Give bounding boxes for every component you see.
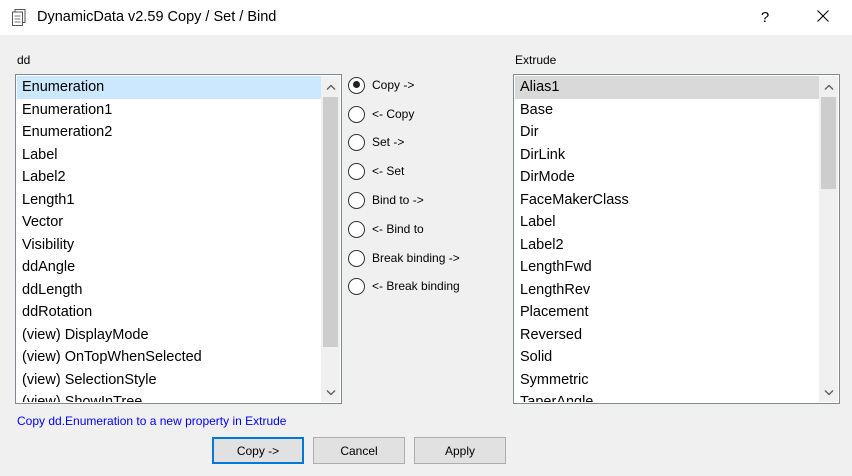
list-item[interactable]: DirMode <box>515 166 819 189</box>
chevron-down-icon <box>326 383 336 401</box>
option-label: <- Break binding <box>372 279 460 293</box>
close-icon <box>817 9 829 27</box>
document-icon <box>12 9 26 26</box>
option-label: Bind to -> <box>372 193 424 207</box>
list-item[interactable]: LengthRev <box>515 279 819 302</box>
source-property-items: Enumeration Enumeration1 Enumeration2 Label… <box>17 76 321 402</box>
list-item[interactable]: Alias1 <box>515 76 819 99</box>
list-item[interactable]: (view) DisplayMode <box>17 324 321 347</box>
scroll-thumb[interactable] <box>821 97 836 189</box>
option-label: Break binding -> <box>372 251 460 265</box>
scroll-up-button[interactable] <box>321 76 340 96</box>
list-item[interactable]: Vector <box>17 211 321 234</box>
target-object-label: Extrude <box>515 53 557 67</box>
copy-button[interactable]: Copy -> <box>212 437 304 464</box>
source-object-label: dd <box>17 53 31 67</box>
source-property-list[interactable]: Enumeration Enumeration1 Enumeration2 Label… <box>15 74 342 404</box>
option-label: <- Set <box>372 164 405 178</box>
radio-button-icon[interactable] <box>348 277 365 295</box>
list-item[interactable]: Label <box>17 144 321 167</box>
option-label: Set -> <box>372 135 405 149</box>
radio-button-icon[interactable] <box>348 162 365 180</box>
scroll-down-button[interactable] <box>321 382 340 402</box>
list-item[interactable]: Label <box>515 211 819 234</box>
list-item[interactable]: Length1 <box>17 189 321 212</box>
list-item[interactable]: Reversed <box>515 324 819 347</box>
list-item[interactable]: (view) SelectionStyle <box>17 369 321 392</box>
option-label: <- Bind to <box>372 222 424 236</box>
chevron-up-icon <box>824 77 834 95</box>
cancel-button[interactable]: Cancel <box>313 437 405 464</box>
chevron-up-icon <box>326 77 336 95</box>
status-message: Copy dd.Enumeration to a new property in… <box>17 414 287 428</box>
list-item[interactable]: Symmetric <box>515 369 819 392</box>
title-bar: DynamicData v2.59 Copy / Set / Bind ? <box>0 0 852 35</box>
radio-button-icon[interactable] <box>348 133 365 151</box>
option-radio[interactable]: Break binding -> <box>348 248 460 268</box>
option-radio[interactable]: <- Set <box>348 161 404 181</box>
option-radio[interactable]: <- Bind to <box>348 219 424 239</box>
option-radio[interactable]: <- Break binding <box>348 276 460 296</box>
scroll-up-button[interactable] <box>819 76 838 96</box>
list-item[interactable]: ddLength <box>17 279 321 302</box>
radio-button-icon[interactable] <box>348 105 365 123</box>
radio-button-icon[interactable] <box>348 76 365 94</box>
list-item[interactable]: FaceMakerClass <box>515 189 819 212</box>
radio-button-icon[interactable] <box>348 191 365 209</box>
option-radio[interactable]: Copy -> <box>348 75 414 95</box>
list-item[interactable]: (view) ShowInTree <box>17 391 321 402</box>
window-title: DynamicData v2.59 Copy / Set / Bind <box>37 9 277 25</box>
chevron-down-icon <box>824 383 834 401</box>
list-item[interactable]: Label2 <box>515 234 819 257</box>
list-item[interactable]: Dir <box>515 121 819 144</box>
apply-button[interactable]: Apply <box>414 437 506 464</box>
scroll-thumb[interactable] <box>323 97 338 347</box>
list-item[interactable]: (view) OnTopWhenSelected <box>17 346 321 369</box>
list-item[interactable]: Enumeration <box>17 76 321 99</box>
option-radio[interactable]: Set -> <box>348 132 404 152</box>
source-list-scrollbar[interactable] <box>321 76 340 402</box>
option-radio[interactable]: <- Copy <box>348 104 414 124</box>
radio-button-icon[interactable] <box>348 249 365 267</box>
list-item[interactable]: Placement <box>515 301 819 324</box>
list-item[interactable]: Solid <box>515 346 819 369</box>
target-property-list[interactable]: Alias1 Base Dir DirLink DirMode FaceMakerClas… <box>513 74 840 404</box>
option-label: <- Copy <box>372 107 415 121</box>
option-radio[interactable]: Bind to -> <box>348 190 424 210</box>
list-item[interactable]: TaperAngle <box>515 391 819 402</box>
help-button[interactable]: ? <box>742 0 788 35</box>
list-item[interactable]: Enumeration2 <box>17 121 321 144</box>
target-list-scrollbar[interactable] <box>819 76 838 402</box>
list-item[interactable]: Base <box>515 99 819 122</box>
option-label: Copy -> <box>372 78 415 92</box>
close-button[interactable] <box>800 0 846 35</box>
list-item[interactable]: LengthFwd <box>515 256 819 279</box>
target-property-items: Alias1 Base Dir DirLink DirMode FaceMakerClas… <box>515 76 819 402</box>
list-item[interactable]: Label2 <box>17 166 321 189</box>
list-item[interactable]: DirLink <box>515 144 819 167</box>
list-item[interactable]: ddRotation <box>17 301 321 324</box>
list-item[interactable]: ddAngle <box>17 256 321 279</box>
scroll-down-button[interactable] <box>819 382 838 402</box>
list-item[interactable]: Visibility <box>17 234 321 257</box>
list-item[interactable]: Enumeration1 <box>17 99 321 122</box>
radio-button-icon[interactable] <box>348 220 365 238</box>
